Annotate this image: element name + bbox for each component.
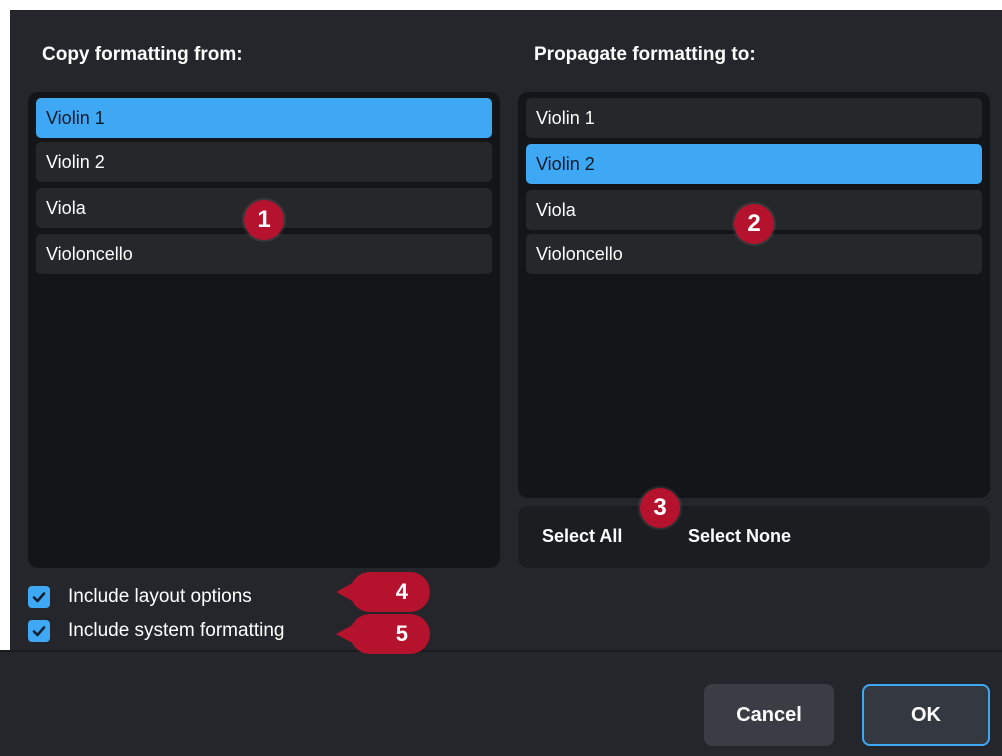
checkbox-checked-icon[interactable] [28, 620, 50, 642]
dialog-footer [0, 650, 1002, 756]
copy-from-item-violin-2[interactable]: Violin 2 [36, 142, 492, 182]
callout-3: 3 [640, 488, 680, 528]
copy-from-list: Violin 1 Violin 2 Viola Violoncello [28, 92, 500, 568]
propagate-item-violin-1[interactable]: Violin 1 [526, 98, 982, 138]
callout-4: 4 [336, 572, 430, 612]
select-none-button[interactable]: Select None [688, 526, 791, 547]
copy-from-item-violoncello[interactable]: Violoncello [36, 234, 492, 274]
include-layout-options-label: Include layout options [68, 586, 252, 607]
include-system-formatting-row[interactable]: Include system formatting [28, 616, 284, 646]
cancel-button[interactable]: Cancel [704, 684, 834, 746]
copy-from-label: Copy formatting from: [42, 44, 243, 65]
include-layout-options-row[interactable]: Include layout options [28, 582, 252, 612]
copy-from-item-violin-1[interactable]: Violin 1 [36, 98, 492, 138]
propagate-to-list: Violin 1 Violin 2 Viola Violoncello [518, 92, 990, 498]
select-all-button[interactable]: Select All [542, 526, 622, 547]
propagate-to-label: Propagate formatting to: [534, 44, 756, 65]
callout-1: 1 [244, 200, 284, 240]
checkbox-checked-icon[interactable] [28, 586, 50, 608]
callout-5: 5 [336, 614, 430, 654]
ok-button[interactable]: OK [862, 684, 990, 746]
include-system-formatting-label: Include system formatting [68, 620, 285, 641]
callout-2: 2 [734, 204, 774, 244]
propagate-item-violin-2[interactable]: Violin 2 [526, 144, 982, 184]
